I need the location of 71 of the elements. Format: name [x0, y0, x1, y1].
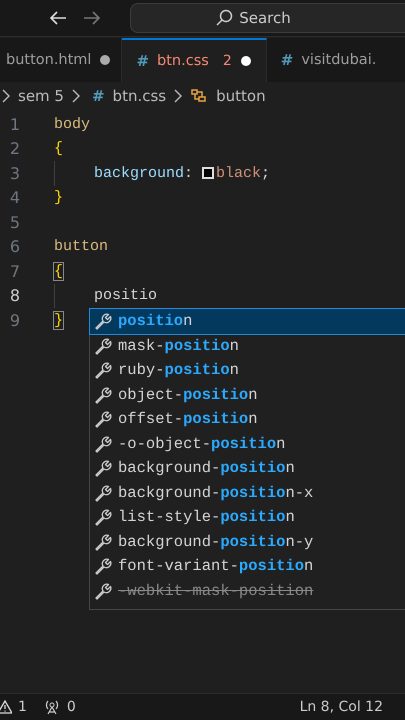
color-swatch[interactable]	[202, 167, 214, 180]
wrench-icon	[94, 459, 112, 478]
code-token: background	[94, 164, 184, 182]
editor-tab[interactable]: # visitdubai.	[266, 38, 376, 82]
warning-icon[interactable]	[0, 700, 12, 714]
suggestion-item[interactable]: ruby-position	[90, 358, 405, 382]
tab-label: btn.css	[157, 53, 209, 69]
back-arrow-icon[interactable]	[48, 10, 68, 26]
suggestion-item[interactable]: -webkit-mask-position	[90, 578, 405, 603]
suggestion-item[interactable]: object-position	[90, 382, 405, 407]
line-number: 3	[8, 164, 20, 183]
code-token: body	[54, 116, 90, 133]
breadcrumb-item[interactable]: sem 5	[18, 87, 64, 105]
suggestion-item[interactable]: font-variant-position	[90, 554, 405, 578]
suggestion-item[interactable]: offset-position	[90, 407, 405, 432]
suggestion-item[interactable]: position	[90, 309, 405, 334]
line-number: 1	[8, 114, 20, 134]
code-token: :	[184, 164, 194, 182]
unsaved-dot-icon	[240, 55, 252, 67]
search-icon	[215, 9, 234, 27]
suggestion-item[interactable]: mask-position	[90, 334, 405, 358]
wrench-icon	[94, 532, 112, 551]
symbol-icon	[190, 87, 208, 105]
suggestion-item[interactable]: list-style-position	[90, 505, 405, 530]
chevron-icon	[72, 89, 80, 103]
tab-label: visitdubai.	[301, 52, 376, 68]
line-number: 7	[8, 262, 20, 281]
suggestion-item[interactable]: background-position-y	[90, 530, 405, 554]
suggestion-item[interactable]: -o-object-position	[90, 432, 405, 456]
warning-count[interactable]: 1	[18, 699, 27, 715]
search-field[interactable]: Search	[130, 3, 405, 33]
wrench-icon	[94, 336, 112, 355]
chevron-icon	[174, 89, 182, 103]
wrench-icon	[94, 312, 112, 330]
code-token: }	[54, 312, 64, 329]
code-token: {	[54, 262, 64, 280]
wrench-icon	[94, 484, 112, 502]
code-token: ;	[261, 164, 270, 182]
code-token: black	[216, 164, 262, 182]
cursor-position[interactable]: Ln 8, Col 12	[300, 699, 383, 715]
wrench-icon	[94, 361, 112, 380]
forward-arrow-icon[interactable]	[82, 10, 102, 26]
code-token: {	[54, 140, 64, 158]
port-count[interactable]: 0	[66, 699, 76, 715]
line-number: 2	[8, 139, 20, 158]
wrench-icon	[94, 582, 112, 600]
wrench-icon	[94, 386, 112, 404]
suggestion-item[interactable]: background-position	[90, 456, 405, 480]
line-number: 6	[8, 237, 20, 256]
problem-count: 2	[222, 53, 232, 69]
css-file-icon: #	[92, 87, 105, 105]
wrench-icon	[94, 410, 112, 428]
code-token: positio	[94, 287, 158, 304]
line-number: 4	[8, 188, 20, 208]
code-token: button	[54, 238, 108, 256]
unsaved-dot-icon	[99, 54, 112, 66]
wrench-icon	[94, 434, 112, 453]
chevron-icon	[2, 89, 10, 103]
line-number: 5	[8, 212, 20, 232]
breadcrumb-item[interactable]: button	[216, 87, 266, 105]
wrench-icon	[94, 508, 112, 526]
line-number: 9	[8, 310, 20, 330]
wrench-icon	[94, 557, 112, 576]
suggestion-item[interactable]: background-position-x	[90, 480, 405, 505]
css-file-icon: #	[280, 51, 294, 69]
breadcrumb-item[interactable]: btn.css	[112, 87, 166, 105]
editor-tab[interactable]: # btn.css 2	[122, 38, 267, 82]
css-file-icon: #	[136, 52, 150, 70]
code-token: }	[54, 189, 64, 206]
line-number: 8	[8, 286, 20, 306]
tab-label: button.html	[6, 52, 92, 68]
